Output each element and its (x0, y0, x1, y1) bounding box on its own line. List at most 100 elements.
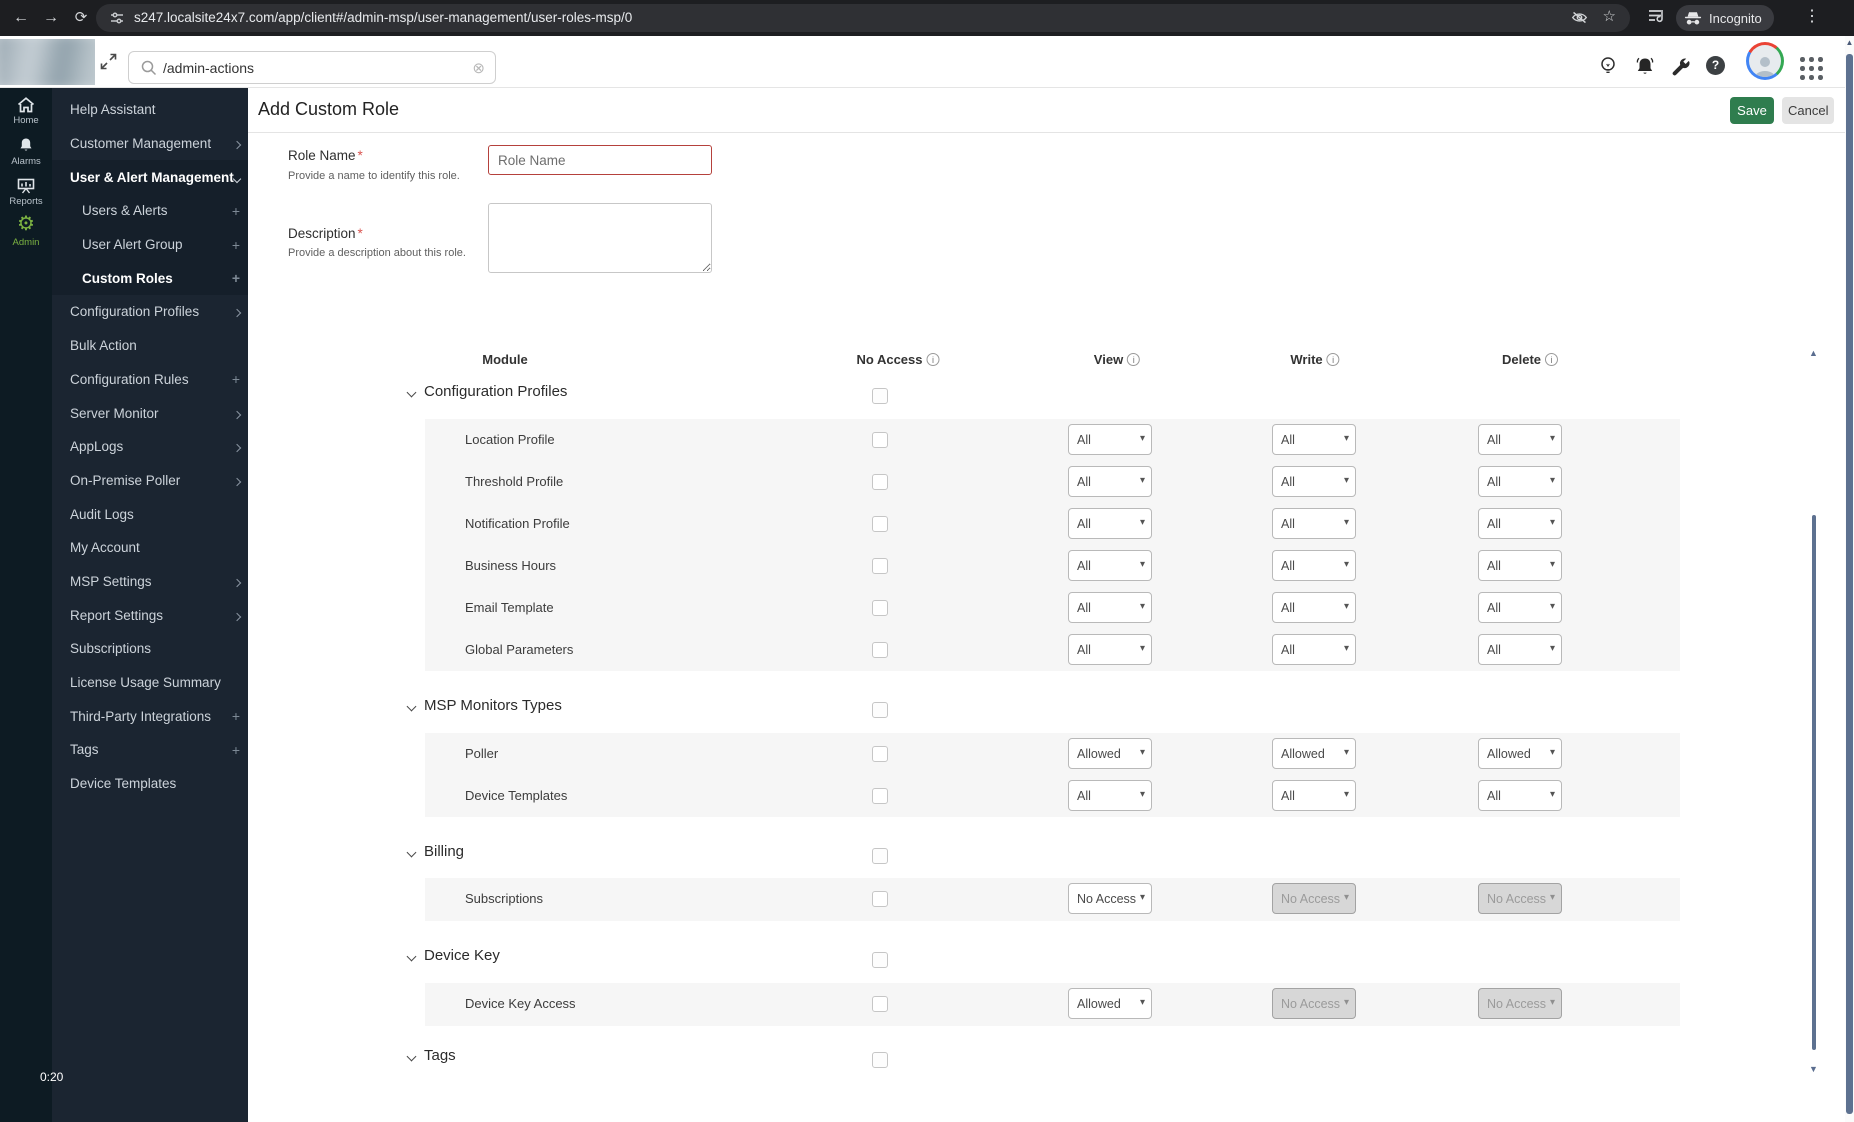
no-access-checkbox[interactable] (872, 474, 888, 490)
view-select[interactable]: All ▾ (1068, 780, 1152, 811)
sidebar-item-on-premise-poller[interactable]: On-Premise Poller (52, 464, 248, 498)
sidebar-item-applogs[interactable]: AppLogs (52, 430, 248, 464)
sidebar-item-configuration-rules[interactable]: Configuration Rules + (52, 363, 248, 397)
window-scrollbar-thumb[interactable] (1846, 54, 1853, 1114)
view-select[interactable]: All ▾ (1068, 634, 1152, 665)
address-bar[interactable]: s247.localsite24x7.com/app/client#/admin… (96, 4, 1630, 32)
group-tags[interactable]: Tags (406, 1044, 1688, 1070)
no-access-checkbox[interactable] (872, 516, 888, 532)
sidebar-item-third-party-integrations[interactable]: Third-Party Integrations + (52, 699, 248, 733)
delete-select[interactable]: All ▾ (1478, 780, 1562, 811)
no-access-checkbox[interactable] (872, 642, 888, 658)
sidebar-item-help-assistant[interactable]: Help Assistant (52, 93, 248, 127)
sidebar-item-audit-logs[interactable]: Audit Logs (52, 497, 248, 531)
write-select[interactable]: Allowed ▾ (1272, 738, 1356, 769)
apps-grid-icon[interactable] (1800, 57, 1824, 81)
sidebar-item-report-settings[interactable]: Report Settings (52, 598, 248, 632)
info-icon[interactable]: i (1326, 353, 1340, 366)
no-access-checkbox[interactable] (872, 996, 888, 1012)
write-select[interactable]: All ▾ (1272, 592, 1356, 623)
delete-select[interactable]: Allowed ▾ (1478, 738, 1562, 769)
clear-search-icon[interactable]: ⊗ (472, 59, 485, 77)
info-icon[interactable]: i (1127, 353, 1141, 366)
role-name-input[interactable] (488, 145, 712, 175)
scroll-up-arrow[interactable]: ▲ (1809, 348, 1818, 358)
sidebar-item-user-alert-group[interactable]: User Alert Group + (52, 228, 248, 262)
delete-select[interactable]: All ▾ (1478, 508, 1562, 539)
save-button[interactable]: Save (1730, 97, 1774, 124)
write-select[interactable]: All ▾ (1272, 550, 1356, 581)
view-select[interactable]: Allowed ▾ (1068, 988, 1152, 1019)
write-select[interactable]: All ▾ (1272, 424, 1356, 455)
group-no-access-checkbox[interactable] (872, 388, 888, 404)
expand-icon[interactable] (100, 53, 117, 70)
view-select[interactable]: Allowed ▾ (1068, 738, 1152, 769)
sidebar-item-subscriptions[interactable]: Subscriptions (52, 632, 248, 666)
delete-select[interactable]: All ▾ (1478, 634, 1562, 665)
group-no-access-checkbox[interactable] (872, 848, 888, 864)
sidebar-item-bulk-action[interactable]: Bulk Action (52, 329, 248, 363)
rail-item-reports[interactable]: Reports (0, 177, 52, 207)
forward-icon[interactable]: → (40, 7, 62, 29)
plus-icon[interactable]: + (232, 709, 240, 723)
group-device-key[interactable]: Device Key (406, 944, 1688, 970)
media-playlist-icon[interactable] (1648, 8, 1666, 25)
sidebar-item-device-templates[interactable]: Device Templates (52, 767, 248, 801)
eye-off-icon[interactable] (1571, 10, 1588, 25)
sidebar-item-customer-management[interactable]: Customer Management (52, 127, 248, 161)
rail-item-alarms[interactable]: Alarms (0, 137, 52, 167)
group-billing[interactable]: Billing (406, 840, 1688, 866)
browser-menu-icon[interactable]: ⋮ (1804, 6, 1820, 26)
group-msp-monitors-types[interactable]: MSP Monitors Types (406, 694, 1688, 720)
bulb-icon[interactable] (1598, 56, 1618, 78)
group-no-access-checkbox[interactable] (872, 702, 888, 718)
write-select[interactable]: All ▾ (1272, 508, 1356, 539)
sidebar-item-server-monitor[interactable]: Server Monitor (52, 396, 248, 430)
view-select[interactable]: All ▾ (1068, 508, 1152, 539)
no-access-checkbox[interactable] (872, 432, 888, 448)
plus-icon[interactable]: + (232, 743, 240, 757)
no-access-checkbox[interactable] (872, 746, 888, 762)
scroll-up-arrow[interactable]: ▲ (1845, 38, 1854, 47)
inner-scrollbar-thumb[interactable] (1812, 515, 1816, 1050)
cancel-button[interactable]: Cancel (1782, 97, 1834, 124)
no-access-checkbox[interactable] (872, 788, 888, 804)
rail-item-admin[interactable]: ⚙ Admin (0, 214, 52, 248)
view-select[interactable]: All ▾ (1068, 424, 1152, 455)
view-select[interactable]: No Access ▾ (1068, 883, 1152, 914)
sidebar-item-configuration-profiles[interactable]: Configuration Profiles (52, 295, 248, 329)
rail-item-home[interactable]: Home (0, 97, 52, 126)
view-select[interactable]: All ▾ (1068, 592, 1152, 623)
sidebar-item-custom-roles[interactable]: Custom Roles + (52, 261, 248, 295)
bell-icon[interactable] (1634, 56, 1656, 78)
plus-icon[interactable]: + (232, 238, 240, 252)
no-access-checkbox[interactable] (872, 600, 888, 616)
bookmark-star-icon[interactable]: ☆ (1603, 7, 1616, 25)
reload-icon[interactable]: ⟳ (70, 7, 92, 29)
view-select[interactable]: All ▾ (1068, 550, 1152, 581)
delete-select[interactable]: All ▾ (1478, 592, 1562, 623)
description-textarea[interactable] (488, 203, 712, 273)
scroll-down-arrow[interactable]: ▼ (1809, 1064, 1818, 1074)
search-input[interactable] (161, 53, 461, 82)
view-select[interactable]: All ▾ (1068, 466, 1152, 497)
window-scrollbar[interactable]: ▲ (1845, 36, 1854, 1122)
wrench-icon[interactable] (1670, 56, 1691, 77)
write-select[interactable]: All ▾ (1272, 780, 1356, 811)
sidebar-item-users-alerts[interactable]: Users & Alerts + (52, 194, 248, 228)
sidebar-item-license-usage-summary[interactable]: License Usage Summary (52, 666, 248, 700)
plus-icon[interactable]: + (232, 372, 240, 386)
sidebar-item-user-alert-management[interactable]: User & Alert Management (52, 160, 248, 194)
back-icon[interactable]: ← (10, 7, 32, 29)
sidebar-item-tags[interactable]: Tags + (52, 733, 248, 767)
sidebar-item-msp-settings[interactable]: MSP Settings (52, 565, 248, 599)
info-icon[interactable]: i (1545, 353, 1559, 366)
write-select[interactable]: All ▾ (1272, 634, 1356, 665)
sidebar-item-my-account[interactable]: My Account (52, 531, 248, 565)
plus-icon[interactable]: + (232, 204, 240, 218)
no-access-checkbox[interactable] (872, 558, 888, 574)
delete-select[interactable]: All ▾ (1478, 466, 1562, 497)
delete-select[interactable]: All ▾ (1478, 550, 1562, 581)
plus-icon[interactable]: + (232, 271, 240, 285)
group-configuration-profiles[interactable]: Configuration Profiles (406, 380, 1688, 406)
